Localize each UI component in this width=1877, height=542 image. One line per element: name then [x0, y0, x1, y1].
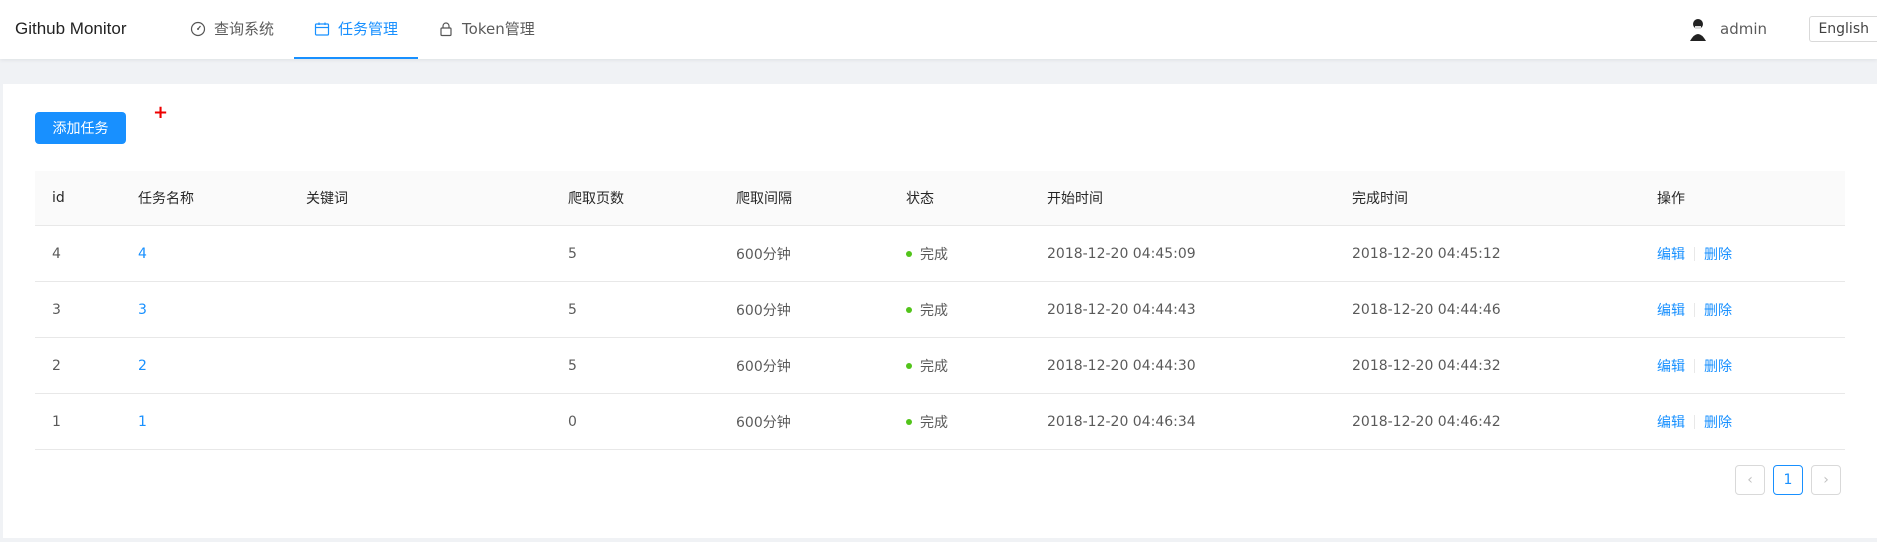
- row-actions: 编辑 删除: [1657, 282, 1732, 337]
- main-nav: 查询系统 任务管理 Token管理: [170, 0, 555, 59]
- status-badge: 完成: [906, 226, 948, 281]
- table-header: id 任务名称 关键词 爬取页数 爬取间隔 状态 开始时间 完成时间 操作: [35, 171, 1845, 226]
- cell-id: 4: [52, 245, 61, 262]
- app-brand[interactable]: Github Monitor: [15, 19, 127, 39]
- cell-pages: 0: [568, 413, 577, 430]
- table-row: 1 1 0 600分钟 完成 2018-12-20 04:46:34 2018-…: [35, 394, 1845, 450]
- cell-pages: 5: [568, 245, 577, 262]
- cell-interval: 600分钟: [736, 302, 791, 319]
- next-page-button[interactable]: ›: [1811, 465, 1841, 495]
- page-button-current[interactable]: 1: [1773, 465, 1803, 495]
- status-text: 完成: [920, 302, 948, 319]
- avatar: [1690, 19, 1706, 41]
- nav-item-label: 任务管理: [338, 20, 399, 38]
- column-header-interval: 爬取间隔: [736, 191, 792, 207]
- row-actions: 编辑 删除: [1657, 394, 1732, 449]
- task-name-link[interactable]: 2: [138, 338, 147, 393]
- column-header-keyword: 关键词: [306, 191, 348, 207]
- cell-start-time: 2018-12-20 04:46:34: [1047, 413, 1196, 430]
- lock-icon: [440, 21, 452, 36]
- calendar-icon: [314, 22, 330, 36]
- language-switch[interactable]: English: [1809, 16, 1877, 42]
- column-header-end: 完成时间: [1352, 191, 1408, 207]
- cell-pages: 5: [568, 301, 577, 318]
- cell-id: 3: [52, 301, 61, 318]
- dashboard-icon: [190, 21, 206, 36]
- action-divider: [1694, 246, 1695, 261]
- edit-link[interactable]: 编辑: [1657, 244, 1685, 264]
- task-card: 添加任务 + id 任务名称 关键词 爬取页数 爬取间隔 状态 开始时间 完成时…: [3, 84, 1877, 538]
- cell-interval: 600分钟: [736, 414, 791, 431]
- cell-interval: 600分钟: [736, 358, 791, 375]
- edit-link[interactable]: 编辑: [1657, 300, 1685, 320]
- status-badge: 完成: [906, 394, 948, 449]
- delete-link[interactable]: 删除: [1704, 356, 1732, 376]
- table-row: 2 2 5 600分钟 完成 2018-12-20 04:44:30 2018-…: [35, 338, 1845, 394]
- task-table: id 任务名称 关键词 爬取页数 爬取间隔 状态 开始时间 完成时间 操作 4 …: [35, 171, 1845, 450]
- status-text: 完成: [920, 358, 948, 375]
- delete-link[interactable]: 删除: [1704, 300, 1732, 320]
- nav-item-token[interactable]: Token管理: [418, 0, 555, 59]
- delete-link[interactable]: 删除: [1704, 412, 1732, 432]
- user-menu[interactable]: admin: [1686, 17, 1767, 41]
- cell-end-time: 2018-12-20 04:46:42: [1352, 413, 1501, 430]
- task-name-link[interactable]: 1: [138, 394, 147, 449]
- row-actions: 编辑 删除: [1657, 338, 1732, 393]
- column-header-id: id: [52, 190, 65, 206]
- task-name-link[interactable]: 3: [138, 282, 147, 337]
- nav-item-label: 查询系统: [214, 20, 275, 38]
- plus-icon: +: [153, 102, 169, 123]
- pagination: ‹ 1 ›: [1735, 465, 1841, 495]
- status-dot-icon: [906, 306, 912, 313]
- status-dot-icon: [906, 250, 912, 257]
- cell-id: 1: [52, 413, 61, 430]
- cell-end-time: 2018-12-20 04:44:46: [1352, 301, 1501, 318]
- prev-page-button[interactable]: ‹: [1735, 465, 1765, 495]
- status-dot-icon: [906, 362, 912, 369]
- cell-id: 2: [52, 357, 61, 374]
- action-divider: [1694, 358, 1695, 373]
- cell-start-time: 2018-12-20 04:44:43: [1047, 301, 1196, 318]
- cell-interval: 600分钟: [736, 246, 791, 263]
- status-dot-icon: [906, 418, 912, 425]
- nav-item-tasks[interactable]: 任务管理: [294, 0, 419, 59]
- status-text: 完成: [920, 414, 948, 431]
- table-row: 4 4 5 600分钟 完成 2018-12-20 04:45:09 2018-…: [35, 226, 1845, 282]
- cell-start-time: 2018-12-20 04:45:09: [1047, 245, 1196, 262]
- column-header-name: 任务名称: [138, 191, 194, 207]
- row-actions: 编辑 删除: [1657, 226, 1732, 281]
- column-header-start: 开始时间: [1047, 191, 1103, 207]
- nav-item-label: Token管理: [462, 20, 535, 38]
- status-badge: 完成: [906, 338, 948, 393]
- top-header: Github Monitor 查询系统 任务管理 Token管理 admin E…: [0, 0, 1877, 59]
- nav-item-query[interactable]: 查询系统: [170, 0, 294, 59]
- task-name-link[interactable]: 4: [138, 226, 147, 281]
- add-task-button[interactable]: 添加任务: [35, 112, 126, 144]
- cell-start-time: 2018-12-20 04:44:30: [1047, 357, 1196, 374]
- status-badge: 完成: [906, 282, 948, 337]
- delete-link[interactable]: 删除: [1704, 244, 1732, 264]
- action-divider: [1694, 302, 1695, 317]
- column-header-actions: 操作: [1657, 191, 1685, 207]
- column-header-pages: 爬取页数: [568, 191, 624, 207]
- cell-end-time: 2018-12-20 04:45:12: [1352, 245, 1501, 262]
- cell-end-time: 2018-12-20 04:44:32: [1352, 357, 1501, 374]
- table-row: 3 3 5 600分钟 完成 2018-12-20 04:44:43 2018-…: [35, 282, 1845, 338]
- cell-pages: 5: [568, 357, 577, 374]
- status-text: 完成: [920, 246, 948, 263]
- edit-link[interactable]: 编辑: [1657, 412, 1685, 432]
- username: admin: [1720, 20, 1767, 38]
- edit-link[interactable]: 编辑: [1657, 356, 1685, 376]
- column-header-status: 状态: [906, 191, 934, 207]
- action-divider: [1694, 414, 1695, 429]
